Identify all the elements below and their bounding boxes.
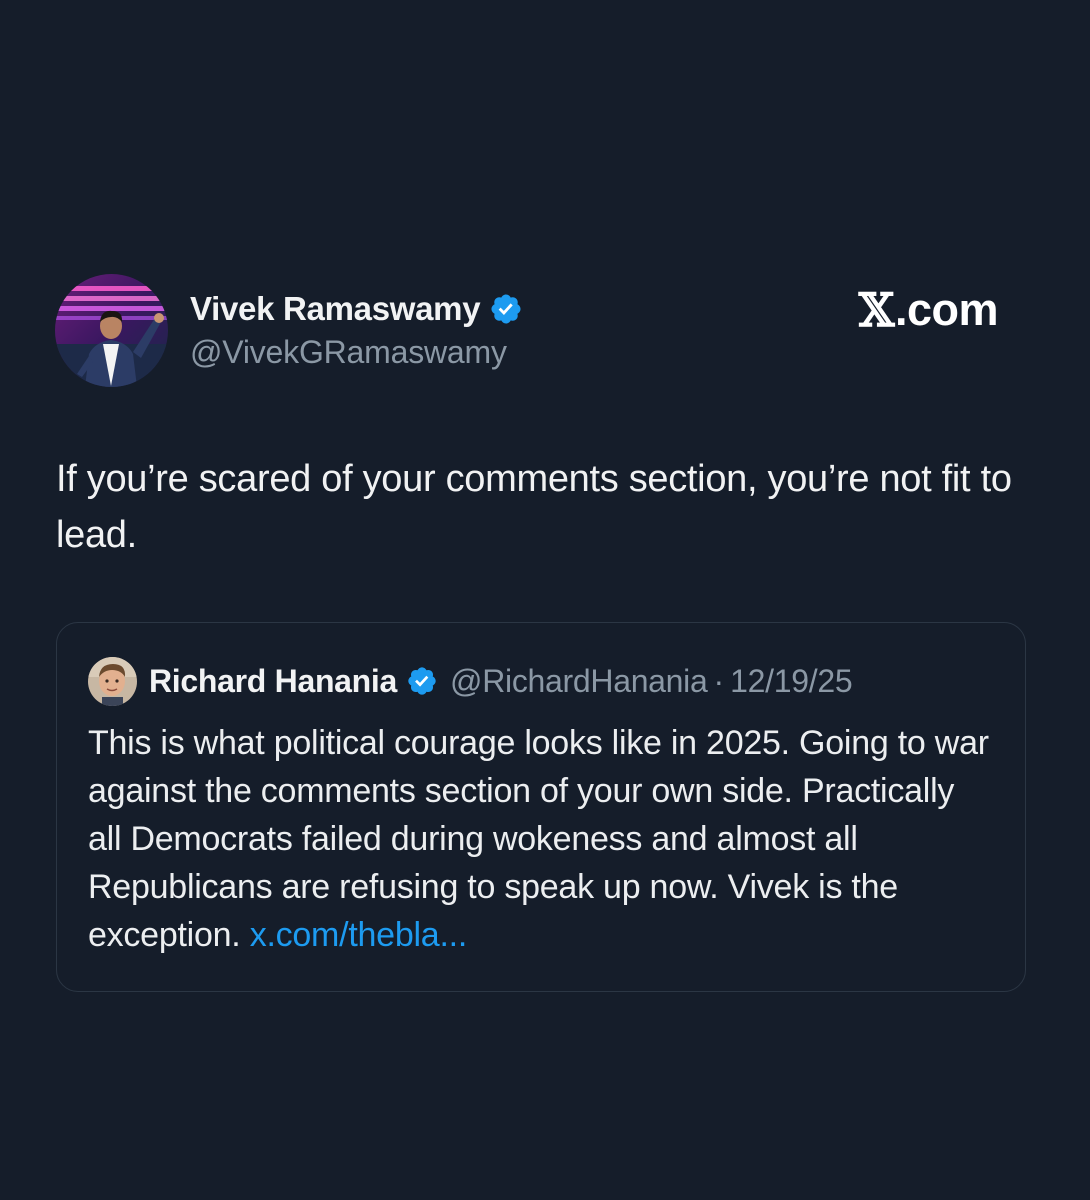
post-text: If you’re scared of your comments sectio… bbox=[56, 458, 1012, 556]
quoted-post-body: This is what political courage looks lik… bbox=[88, 724, 989, 954]
author-avatar-image bbox=[55, 274, 168, 387]
quoted-verified-badge-icon bbox=[406, 665, 438, 697]
x-logo-icon: 𝕏 bbox=[858, 283, 895, 337]
verified-badge-icon bbox=[489, 292, 523, 326]
author-name-row: Vivek Ramaswamy bbox=[190, 287, 523, 331]
quoted-post-link[interactable]: x.com/thebla... bbox=[250, 916, 468, 954]
brand-label: .com bbox=[894, 284, 999, 335]
author-name[interactable]: Vivek Ramaswamy bbox=[190, 290, 481, 328]
author-avatar[interactable] bbox=[55, 274, 168, 387]
quoted-author-avatar-image bbox=[88, 656, 137, 706]
author-handle[interactable]: @VivekGRamaswamy bbox=[190, 334, 507, 371]
quoted-author-name[interactable]: Richard Hanania bbox=[149, 663, 397, 700]
brand-logo: 𝕏 .com bbox=[858, 283, 999, 337]
quoted-post-date[interactable]: 12/19/25 bbox=[730, 663, 852, 700]
quoted-author-handle[interactable]: @RichardHanania bbox=[450, 663, 708, 700]
quoted-separator: · bbox=[713, 662, 725, 699]
quoted-post-text: This is what political courage looks lik… bbox=[88, 719, 993, 959]
quoted-author-avatar[interactable] bbox=[88, 656, 137, 706]
quoted-post-header: Richard Hanania @RichardHanania · 12/19/… bbox=[88, 656, 853, 706]
